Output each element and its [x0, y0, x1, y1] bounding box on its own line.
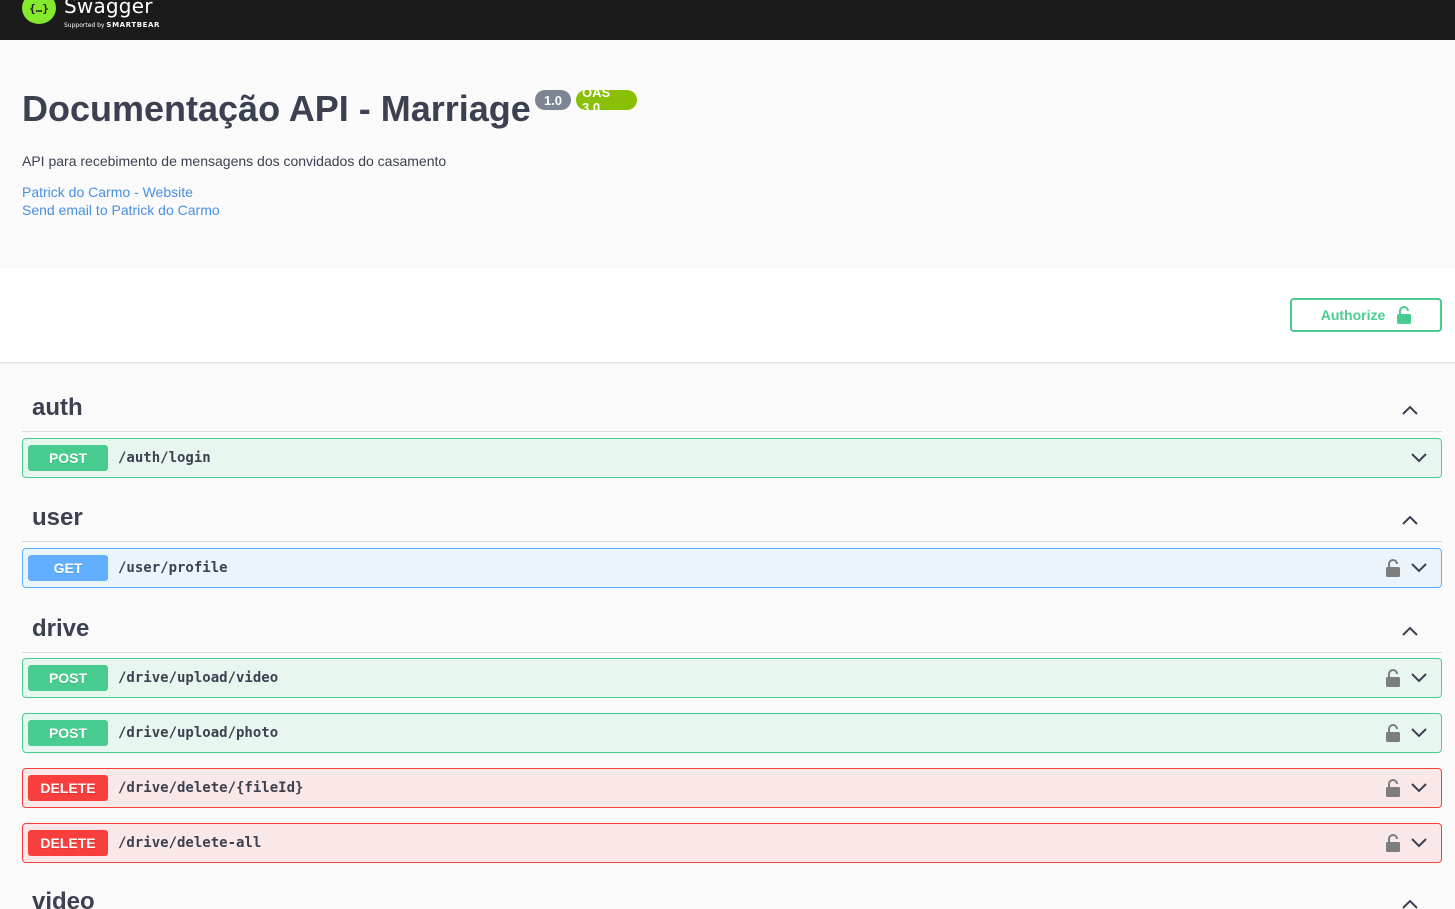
- email-link[interactable]: Send email to Patrick do Carmo: [22, 202, 220, 218]
- tag-video[interactable]: video: [22, 884, 1442, 909]
- chevron-up-icon[interactable]: [1400, 894, 1420, 909]
- chevron-down-icon[interactable]: [1409, 448, 1429, 468]
- tag-name: user: [32, 504, 83, 531]
- method-badge: POST: [28, 665, 108, 691]
- swagger-logo-icon[interactable]: {…}: [22, 0, 56, 24]
- operation-get-user-profile[interactable]: GET /user/profile: [22, 548, 1442, 588]
- top-bar: {…} Swagger Supported by SMARTBEAR: [0, 0, 1455, 40]
- operation-post-auth-login[interactable]: POST /auth/login: [22, 438, 1442, 478]
- method-badge: POST: [28, 720, 108, 746]
- page-title: Documentação API - Marriage: [22, 88, 531, 129]
- authorize-button[interactable]: Authorize: [1290, 298, 1442, 332]
- chevron-up-icon[interactable]: [1400, 621, 1420, 641]
- tag-name: video: [32, 888, 95, 909]
- tag-drive[interactable]: drive: [22, 611, 1442, 653]
- authorize-label: Authorize: [1320, 307, 1386, 323]
- scheme-container: [0, 268, 1455, 362]
- lock-icon[interactable]: [1385, 668, 1401, 688]
- api-description: API para recebimento de mensagens dos co…: [22, 153, 447, 169]
- smartbear-tagline: Supported by SMARTBEAR: [64, 21, 160, 29]
- tag-name: drive: [32, 615, 90, 642]
- lock-icon[interactable]: [1385, 723, 1401, 743]
- tag-name: auth: [32, 394, 83, 421]
- chevron-down-icon[interactable]: [1409, 668, 1429, 688]
- tag-auth[interactable]: auth: [22, 390, 1442, 432]
- unlock-icon: [1397, 306, 1412, 324]
- operation-path: /auth/login: [118, 450, 211, 466]
- operation-delete-drive-file[interactable]: DELETE /drive/delete/{fileId}: [22, 768, 1442, 808]
- method-badge: DELETE: [28, 830, 108, 856]
- chevron-down-icon[interactable]: [1409, 833, 1429, 853]
- lock-icon[interactable]: [1385, 778, 1401, 798]
- chevron-down-icon[interactable]: [1409, 558, 1429, 578]
- tagline-brand: SMARTBEAR: [106, 21, 161, 29]
- oas-badge: OAS 3.0: [576, 85, 637, 115]
- tag-user[interactable]: user: [22, 500, 1442, 542]
- lock-icon[interactable]: [1385, 833, 1401, 853]
- lock-icon[interactable]: [1385, 558, 1401, 578]
- operation-path: /user/profile: [118, 560, 228, 576]
- version-badge: 1.0: [535, 90, 571, 110]
- website-link[interactable]: Patrick do Carmo - Website: [22, 184, 193, 200]
- operation-post-drive-upload-photo[interactable]: POST /drive/upload/photo: [22, 713, 1442, 753]
- method-badge: POST: [28, 445, 108, 471]
- operation-path: /drive/upload/photo: [118, 725, 279, 741]
- chevron-up-icon[interactable]: [1400, 510, 1420, 530]
- method-badge: DELETE: [28, 775, 108, 801]
- chevron-down-icon[interactable]: [1409, 778, 1429, 798]
- operation-post-drive-upload-video[interactable]: POST /drive/upload/video: [22, 658, 1442, 698]
- operation-path: /drive/delete-all: [118, 835, 262, 851]
- operation-delete-drive-delete-all[interactable]: DELETE /drive/delete-all: [22, 823, 1442, 863]
- method-badge: GET: [28, 555, 108, 581]
- swagger-logo-text[interactable]: Swagger: [64, 0, 153, 18]
- tagline-prefix: Supported by: [64, 22, 105, 29]
- chevron-down-icon[interactable]: [1409, 723, 1429, 743]
- operation-path: /drive/upload/video: [118, 670, 279, 686]
- chevron-up-icon[interactable]: [1400, 400, 1420, 420]
- operation-path: /drive/delete/{fileId}: [118, 780, 304, 796]
